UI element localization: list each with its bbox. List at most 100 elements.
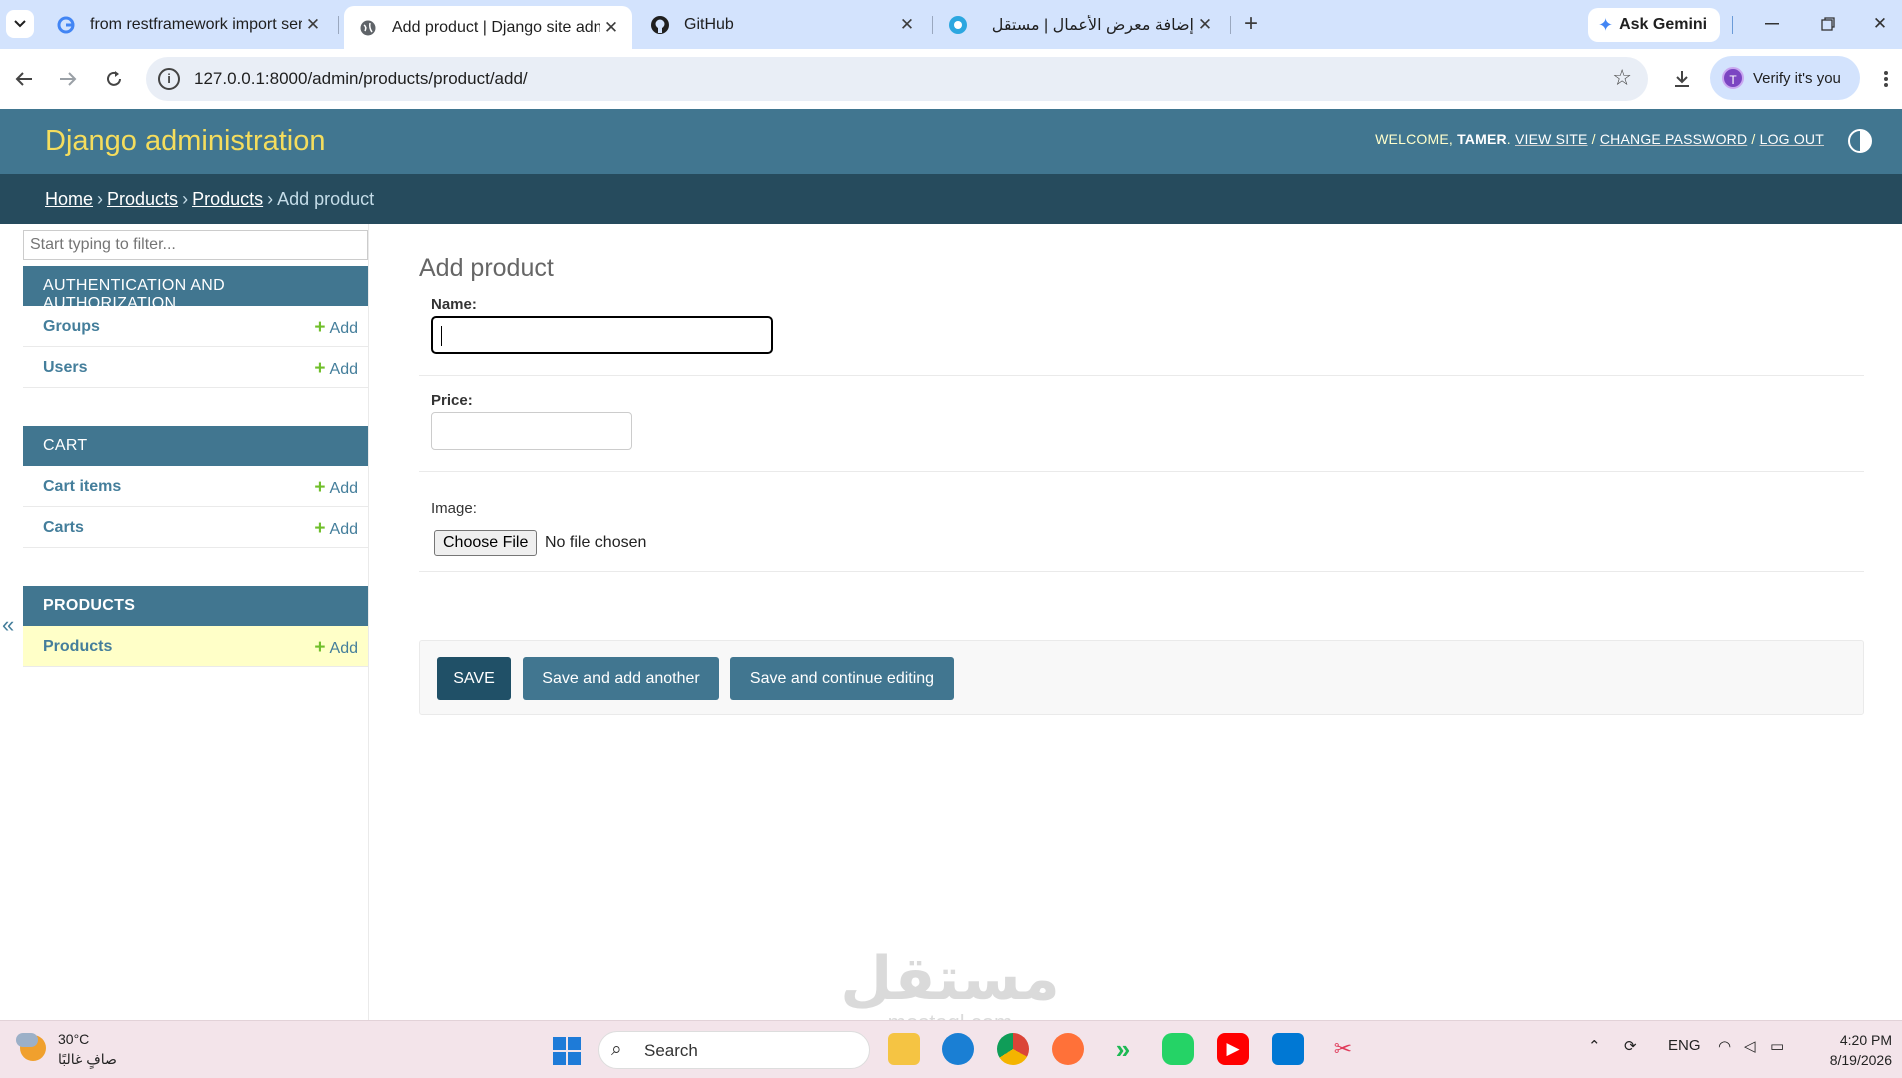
breadcrumb-separator: › bbox=[267, 189, 274, 209]
search-icon: ⌕ bbox=[611, 1039, 622, 1060]
view-site-link[interactable]: VIEW SITE bbox=[1515, 131, 1588, 147]
log-out-link[interactable]: LOG OUT bbox=[1760, 131, 1824, 147]
github-icon bbox=[650, 15, 670, 35]
tab-github[interactable]: GitHub ✕ bbox=[636, 7, 928, 43]
whatsapp-icon[interactable] bbox=[1162, 1033, 1194, 1065]
tab-divider bbox=[338, 16, 339, 34]
model-link[interactable]: Products bbox=[43, 638, 112, 656]
module-caption[interactable]: AUTHENTICATION AND AUTHORIZATION bbox=[23, 266, 368, 312]
file-explorer-icon[interactable] bbox=[888, 1033, 920, 1065]
plus-icon: + bbox=[314, 637, 326, 658]
plus-icon: + bbox=[314, 358, 326, 379]
vscode-icon[interactable] bbox=[1272, 1033, 1304, 1065]
add-link[interactable]: + Add bbox=[314, 637, 358, 659]
chevron-up-icon[interactable]: ⌃ bbox=[1588, 1037, 1601, 1055]
chevron-app-icon[interactable]: » bbox=[1107, 1033, 1139, 1065]
chevron-down-icon bbox=[14, 20, 26, 28]
reload-button[interactable] bbox=[100, 65, 128, 93]
bookmark-star-icon[interactable]: ☆ bbox=[1612, 65, 1632, 91]
tab-add-product[interactable]: Add product | Django site admi ✕ bbox=[344, 6, 632, 49]
name-input[interactable] bbox=[431, 316, 773, 354]
close-icon[interactable]: ✕ bbox=[302, 14, 324, 36]
firefox-icon[interactable] bbox=[1052, 1033, 1084, 1065]
tab-search-button[interactable] bbox=[6, 10, 34, 38]
back-arrow-icon bbox=[15, 72, 32, 86]
forward-button[interactable] bbox=[54, 65, 82, 93]
verify-label: Verify it's you bbox=[1753, 69, 1841, 87]
reload-icon bbox=[107, 71, 121, 86]
taskbar-search[interactable]: ⌕ Search bbox=[598, 1031, 870, 1069]
price-label: Price: bbox=[431, 392, 473, 409]
submit-row: SAVE Save and add another Save and conti… bbox=[419, 640, 1864, 715]
sync-icon[interactable]: ⟳ bbox=[1624, 1037, 1637, 1055]
downloads-button[interactable] bbox=[1668, 65, 1696, 93]
tab-restframework[interactable]: from restframework import seri ✕ bbox=[42, 7, 334, 43]
toggle-sidebar-button[interactable]: « bbox=[2, 612, 14, 638]
theme-toggle-icon[interactable] bbox=[1848, 129, 1872, 153]
minimize-button[interactable] bbox=[1752, 8, 1792, 40]
watermark-text: مستقل bbox=[840, 945, 1060, 1012]
breadcrumb-model[interactable]: Products bbox=[192, 189, 263, 209]
snipping-tool-icon[interactable]: ✂ bbox=[1327, 1033, 1359, 1065]
close-icon[interactable]: ✕ bbox=[600, 17, 622, 39]
browser-menu-button[interactable] bbox=[1872, 65, 1900, 93]
browser-tab-strip: from restframework import seri ✕ Add pro… bbox=[0, 0, 1902, 49]
close-icon[interactable]: ✕ bbox=[896, 14, 918, 36]
model-link[interactable]: Users bbox=[43, 359, 87, 377]
close-window-button[interactable]: ✕ bbox=[1860, 8, 1900, 40]
price-input[interactable] bbox=[431, 412, 632, 450]
address-bar[interactable]: i 127.0.0.1:8000/admin/products/product/… bbox=[146, 57, 1648, 101]
field-image-row: Image: Choose File No file chosen bbox=[419, 472, 1864, 572]
model-link[interactable]: Cart items bbox=[43, 478, 121, 496]
change-password-link[interactable]: CHANGE PASSWORD bbox=[1600, 131, 1747, 147]
temperature[interactable]: 30°C bbox=[58, 1031, 89, 1047]
tab-mostaql[interactable]: إضافة معرض الأعمال | مستقل ✕ bbox=[934, 7, 1226, 43]
module-caption[interactable]: PRODUCTS bbox=[23, 586, 368, 626]
back-button[interactable] bbox=[10, 65, 38, 93]
save-and-continue-button[interactable]: Save and continue editing bbox=[730, 657, 954, 700]
search-label: Search bbox=[644, 1041, 698, 1060]
weather-description: صافٍ غالبًا bbox=[58, 1051, 117, 1067]
verify-profile-button[interactable]: T Verify it's you bbox=[1710, 56, 1860, 100]
edge-icon[interactable] bbox=[942, 1033, 974, 1065]
system-clock[interactable]: 4:20 PM 8/19/2026 bbox=[1830, 1030, 1892, 1070]
tab-divider bbox=[932, 16, 933, 34]
restore-button[interactable] bbox=[1808, 8, 1848, 40]
breadcrumb-current: Add product bbox=[277, 189, 375, 209]
save-button[interactable]: SAVE bbox=[437, 657, 511, 700]
windows-logo-pane bbox=[568, 1052, 581, 1065]
wifi-icon[interactable]: ◠ bbox=[1718, 1037, 1731, 1055]
tab-divider bbox=[1732, 16, 1733, 34]
text-caret bbox=[441, 326, 442, 346]
save-and-add-another-button[interactable]: Save and add another bbox=[523, 657, 719, 700]
windows-logo-pane bbox=[553, 1052, 566, 1065]
battery-icon[interactable]: ▭ bbox=[1770, 1037, 1784, 1055]
separator: / bbox=[1751, 131, 1756, 147]
module-caption[interactable]: CART bbox=[23, 426, 368, 466]
breadcrumb-app[interactable]: Products bbox=[107, 189, 178, 209]
chrome-icon[interactable] bbox=[997, 1033, 1029, 1065]
breadcrumb: Home › Products › Products › Add product bbox=[0, 174, 1902, 224]
add-link[interactable]: + Add bbox=[314, 477, 358, 499]
add-link[interactable]: + Add bbox=[314, 317, 358, 339]
choose-file-button[interactable]: Choose File bbox=[434, 530, 538, 556]
site-branding[interactable]: Django administration bbox=[45, 125, 325, 158]
youtube-icon[interactable]: ▶ bbox=[1217, 1033, 1249, 1065]
sidebar-item-users: Users + Add bbox=[23, 347, 368, 388]
volume-icon[interactable]: ◁ bbox=[1744, 1037, 1756, 1055]
sidebar-filter-input[interactable] bbox=[23, 230, 368, 260]
site-info-icon[interactable]: i bbox=[158, 68, 180, 90]
model-link[interactable]: Groups bbox=[43, 318, 100, 336]
model-link[interactable]: Carts bbox=[43, 519, 84, 537]
language-indicator[interactable]: ENG bbox=[1668, 1037, 1701, 1054]
tab-divider bbox=[1230, 16, 1231, 34]
start-button[interactable] bbox=[553, 1037, 581, 1065]
new-tab-button[interactable]: + bbox=[1238, 12, 1264, 38]
add-link[interactable]: + Add bbox=[314, 518, 358, 540]
close-icon[interactable]: ✕ bbox=[1194, 14, 1216, 36]
breadcrumb-home[interactable]: Home bbox=[45, 189, 93, 209]
add-link[interactable]: + Add bbox=[314, 358, 358, 380]
windows-logo-pane bbox=[553, 1037, 566, 1050]
add-label: Add bbox=[329, 361, 358, 378]
ask-gemini-button[interactable]: ✦ Ask Gemini bbox=[1588, 8, 1720, 42]
